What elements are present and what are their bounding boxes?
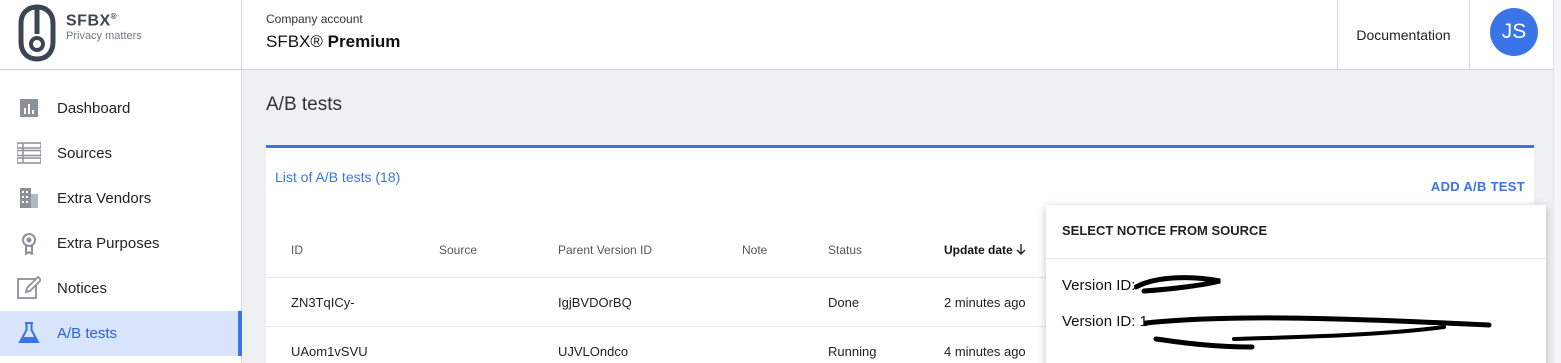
sidebar-item-notices[interactable]: Notices (0, 266, 242, 311)
cell-update-date: 2 minutes ago (944, 295, 1026, 310)
redaction-mark (1134, 275, 1221, 294)
cell-status: Done (828, 295, 860, 310)
bar-chart-icon (20, 99, 38, 117)
company-account: Company account SFBX® Premium (266, 12, 400, 52)
column-header-id[interactable]: ID (291, 243, 303, 257)
logo[interactable]: SFBX® Privacy matters (0, 0, 242, 70)
sidebar-item-dashboard[interactable]: Dashboard (0, 86, 242, 131)
sidebar: Dashboard Sources Extra Vendors Extra Pu… (0, 71, 242, 363)
list-title: List of A/B tests (18) (275, 169, 401, 185)
cell-parent-version-id: UJVLOndco (558, 344, 629, 359)
page-title: A/B tests (266, 94, 343, 115)
avatar[interactable]: JS (1490, 8, 1538, 56)
add-ab-test-button[interactable]: ADD A/B TEST (1431, 179, 1525, 194)
cell-parent-version-id: IgjBVDOrBQ (558, 295, 632, 310)
popup-divider (1046, 258, 1546, 259)
arrow-down-icon (1016, 244, 1026, 255)
account-name-plan: Premium (327, 32, 401, 51)
sidebar-item-extra-vendors[interactable]: Extra Vendors (0, 176, 242, 221)
account-name-prefix: SFBX® (266, 32, 323, 51)
page-scrollbar[interactable] (1553, 0, 1561, 363)
sidebar-item-ab-tests[interactable]: A/B tests (0, 311, 242, 356)
brand-tagline: Privacy matters (66, 30, 142, 42)
column-header-update-date[interactable]: Update date (944, 243, 1026, 257)
sidebar-item-label: A/B tests (57, 325, 118, 342)
flask-icon (18, 322, 40, 343)
column-header-note[interactable]: Note (742, 243, 767, 257)
cell-id: UAom1vSVU (291, 344, 368, 359)
sidebar-item-extra-purposes[interactable]: Extra Purposes (0, 221, 242, 266)
sfbx-logo-icon (18, 4, 56, 62)
sidebar-item-sources[interactable]: Sources (0, 131, 242, 176)
award-icon (22, 233, 36, 255)
documentation-link[interactable]: Documentation (1337, 0, 1470, 70)
edit-icon (17, 276, 41, 299)
sidebar-item-label: Dashboard (57, 100, 131, 117)
building-icon (20, 188, 38, 208)
column-header-status[interactable]: Status (828, 243, 862, 257)
list-icon (17, 142, 41, 164)
redaction-mark (1144, 315, 1492, 350)
select-notice-popup: SELECT NOTICE FROM SOURCE Version ID: Ve… (1046, 205, 1546, 363)
sidebar-item-label: Extra Purposes (57, 235, 160, 252)
account-name: SFBX® Premium (266, 32, 400, 52)
cell-update-date: 4 minutes ago (944, 344, 1026, 359)
account-label: Company account (266, 12, 363, 26)
column-header-source[interactable]: Source (439, 243, 477, 257)
notice-option[interactable]: Version ID: (1062, 277, 1135, 294)
popup-title: SELECT NOTICE FROM SOURCE (1062, 223, 1268, 238)
brand-name: SFBX® (66, 12, 118, 30)
app: SFBX® Privacy matters Company account SF… (0, 0, 1561, 363)
sidebar-item-label: Extra Vendors (57, 190, 152, 207)
column-header-label: Update date (944, 243, 1013, 257)
sidebar-item-label: Notices (57, 280, 108, 297)
cell-status: Running (828, 344, 877, 359)
sidebar-item-label: Sources (57, 145, 113, 162)
notice-option[interactable]: Version ID: 1 (1062, 313, 1148, 330)
column-header-parent-version-id[interactable]: Parent Version ID (558, 243, 652, 257)
cell-id: ZN3TqICy- (291, 295, 355, 310)
top-header: SFBX® Privacy matters Company account SF… (0, 0, 1561, 70)
